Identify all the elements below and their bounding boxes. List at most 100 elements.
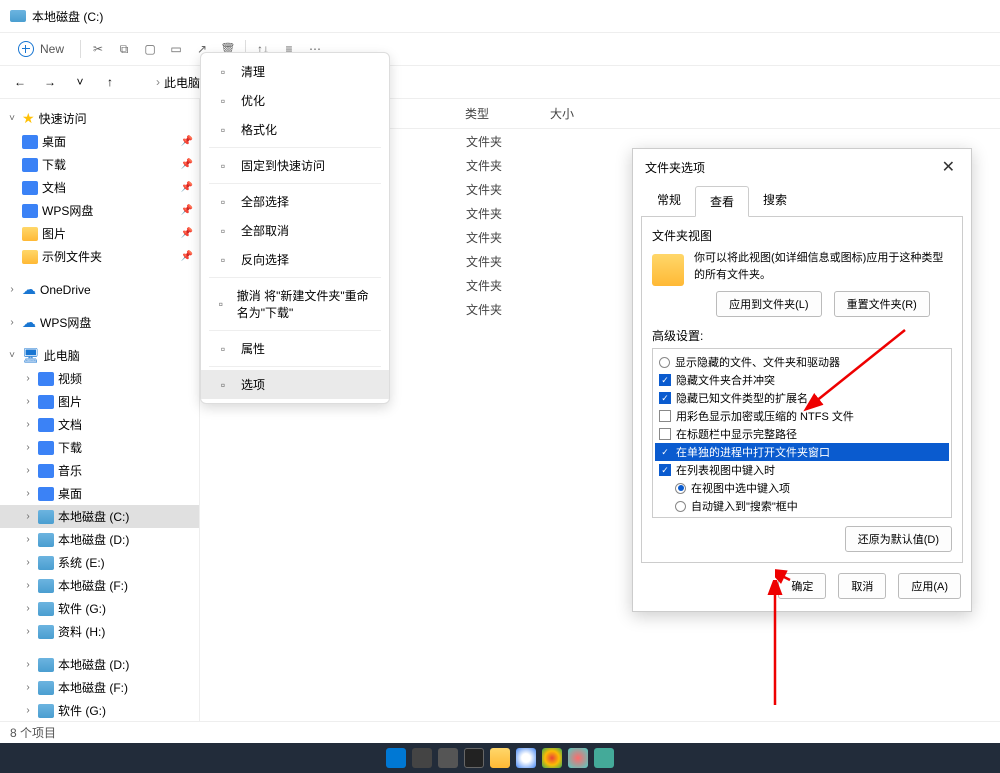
widgets-icon[interactable] — [464, 748, 484, 768]
back-button[interactable]: ← — [10, 72, 30, 92]
radio-icon[interactable] — [675, 501, 686, 512]
checkbox-icon[interactable] — [659, 428, 671, 440]
menu-item[interactable]: ▫全部选择 — [201, 187, 389, 216]
dialog-title: 文件夹选项 — [645, 159, 705, 176]
adv-setting-item[interactable]: 自动键入到"搜索"框中 — [655, 497, 949, 515]
up-button[interactable]: ↑ — [100, 72, 120, 92]
cut-icon[interactable]: ✂ — [89, 40, 107, 58]
menu-item[interactable]: ▫固定到快速访问 — [201, 151, 389, 180]
cancel-button[interactable]: 取消 — [838, 573, 886, 599]
disk-icon — [38, 681, 54, 695]
adv-setting-item[interactable]: 在视图中选中键入项 — [655, 479, 949, 497]
chevron-down-icon[interactable]: ˅ — [70, 72, 90, 92]
menu-item[interactable]: ▫反向选择 — [201, 245, 389, 274]
sidebar-item-图片[interactable]: 图片📌 — [0, 222, 199, 245]
sidebar-item-文档[interactable]: 文档📌 — [0, 176, 199, 199]
copy-icon[interactable]: ⧉ — [115, 40, 133, 58]
reset-folders-button[interactable]: 重置文件夹(R) — [834, 291, 930, 317]
sidebar-drive[interactable]: ›软件 (G:) — [0, 597, 199, 620]
sidebar-item-下载[interactable]: 下载📌 — [0, 153, 199, 176]
checkbox-icon[interactable]: ✓ — [659, 446, 671, 458]
ok-button[interactable]: 确定 — [778, 573, 826, 599]
chrome-icon[interactable] — [516, 748, 536, 768]
sidebar-drive[interactable]: ›资料 (H:) — [0, 620, 199, 643]
search-icon[interactable] — [412, 748, 432, 768]
adv-setting-item[interactable]: 用彩色显示加密或压缩的 NTFS 文件 — [655, 407, 949, 425]
apply-to-folders-button[interactable]: 应用到文件夹(L) — [716, 291, 821, 317]
tab-general[interactable]: 常规 — [643, 185, 695, 216]
app-icon[interactable] — [594, 748, 614, 768]
app-icon[interactable] — [542, 748, 562, 768]
sidebar-wps[interactable]: ›☁WPS网盘 — [0, 311, 199, 334]
sidebar-drive[interactable]: ›系统 (E:) — [0, 551, 199, 574]
menu-item[interactable]: ▫全部取消 — [201, 216, 389, 245]
sidebar-thispc[interactable]: ˅🖥此电脑 — [0, 344, 199, 367]
apply-button[interactable]: 应用(A) — [898, 573, 961, 599]
sidebar-item-音乐[interactable]: ›音乐 — [0, 459, 199, 482]
sidebar-item-桌面[interactable]: 桌面📌 — [0, 130, 199, 153]
rename-icon[interactable]: ▭ — [167, 40, 185, 58]
tab-view[interactable]: 查看 — [695, 186, 749, 217]
column-size[interactable]: 大小 — [550, 105, 610, 122]
pin-icon: 📌 — [181, 159, 193, 170]
sidebar-drive[interactable]: ›本地磁盘 (F:) — [0, 574, 199, 597]
sidebar-item-视频[interactable]: ›视频 — [0, 367, 199, 390]
explorer-icon[interactable] — [490, 748, 510, 768]
adv-setting-item[interactable]: ✓在缩略图上显示文件图标 — [655, 515, 949, 518]
forward-button[interactable]: → — [40, 72, 60, 92]
sidebar-quick-access[interactable]: ˅★ 快速访问 — [0, 107, 199, 130]
folder-icon — [22, 135, 38, 149]
sidebar-item-下载[interactable]: ›下载 — [0, 436, 199, 459]
sidebar-drive[interactable]: ›本地磁盘 (C:) — [0, 505, 199, 528]
menu-item[interactable]: ▫撤消 将"新建文件夹"重命名为"下载" — [201, 281, 389, 327]
disk-icon — [38, 510, 54, 524]
new-button[interactable]: New — [10, 37, 72, 61]
adv-setting-item[interactable]: 在标题栏中显示完整路径 — [655, 425, 949, 443]
checkbox-icon[interactable]: ✓ — [659, 464, 671, 476]
restore-defaults-button[interactable]: 还原为默认值(D) — [845, 526, 952, 552]
pin-icon: 📌 — [181, 182, 193, 193]
sidebar-item-WPS网盘[interactable]: WPS网盘📌 — [0, 199, 199, 222]
adv-setting-item[interactable]: 显示隐藏的文件、文件夹和驱动器 — [655, 353, 949, 371]
sidebar-item-示例文件夹[interactable]: 示例文件夹📌 — [0, 245, 199, 268]
sidebar-drive[interactable]: ›本地磁盘 (D:) — [0, 653, 199, 676]
menu-item[interactable]: ▫属性 — [201, 334, 389, 363]
checkbox-icon[interactable] — [659, 410, 671, 422]
adv-setting-item[interactable]: ✓在单独的进程中打开文件夹窗口 — [655, 443, 949, 461]
adv-setting-item[interactable]: ✓在列表视图中键入时 — [655, 461, 949, 479]
menu-item[interactable]: ▫优化 — [201, 86, 389, 115]
checkbox-icon[interactable]: ✓ — [659, 374, 671, 386]
radio-icon[interactable] — [659, 357, 670, 368]
radio-icon[interactable] — [675, 483, 686, 494]
menu-icon: ▫ — [215, 194, 231, 210]
adv-setting-item[interactable]: ✓隐藏文件夹合并冲突 — [655, 371, 949, 389]
adv-setting-item[interactable]: ✓隐藏已知文件类型的扩展名 — [655, 389, 949, 407]
status-bar: 8 个项目 — [0, 721, 1000, 743]
start-icon[interactable] — [386, 748, 406, 768]
sidebar-item-桌面[interactable]: ›桌面 — [0, 482, 199, 505]
title-disk-icon — [10, 10, 26, 22]
sidebar-drive[interactable]: ›本地磁盘 (D:) — [0, 528, 199, 551]
menu-item[interactable]: ▫格式化 — [201, 115, 389, 144]
menu-icon: ▫ — [215, 64, 231, 80]
context-menu: ▫清理▫优化▫格式化 ▫固定到快速访问 ▫全部选择▫全部取消▫反向选择 ▫撤消 将"新… — [200, 52, 390, 404]
sidebar-onedrive[interactable]: ›☁OneDrive — [0, 278, 199, 301]
close-button[interactable]: ✕ — [938, 157, 959, 177]
sidebar-drive[interactable]: ›软件 (G:) — [0, 699, 199, 721]
menu-item[interactable]: ▫清理 — [201, 57, 389, 86]
folder-icon — [38, 372, 54, 386]
menu-item[interactable]: ▫选项 — [201, 370, 389, 399]
advanced-settings-list[interactable]: 显示隐藏的文件、文件夹和驱动器✓隐藏文件夹合并冲突✓隐藏已知文件类型的扩展名用彩… — [652, 348, 952, 518]
app-icon[interactable] — [568, 748, 588, 768]
sidebar-item-图片[interactable]: ›图片 — [0, 390, 199, 413]
checkbox-icon[interactable]: ✓ — [659, 392, 671, 404]
folder-icon — [38, 395, 54, 409]
paste-icon[interactable]: ▢ — [141, 40, 159, 58]
taskview-icon[interactable] — [438, 748, 458, 768]
folder-icon — [38, 487, 54, 501]
column-type[interactable]: 类型 — [465, 105, 550, 122]
tab-search[interactable]: 搜索 — [749, 185, 801, 216]
window-title: 本地磁盘 (C:) — [32, 8, 103, 25]
sidebar-item-文档[interactable]: ›文档 — [0, 413, 199, 436]
sidebar-drive[interactable]: ›本地磁盘 (F:) — [0, 676, 199, 699]
